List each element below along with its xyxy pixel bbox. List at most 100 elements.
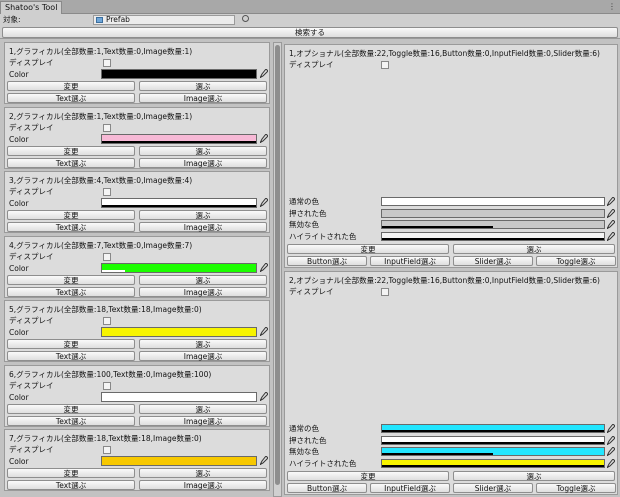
select-text-button[interactable]: Text選ぶ: [7, 480, 135, 490]
vertical-scrollbar[interactable]: [273, 42, 282, 497]
color-swatch[interactable]: [101, 391, 257, 402]
color-swatch[interactable]: [101, 198, 257, 208]
color-swatch[interactable]: [101, 456, 257, 466]
eyedropper-icon[interactable]: [607, 231, 615, 241]
change-button[interactable]: 変更: [7, 468, 135, 478]
change-button[interactable]: 変更: [287, 244, 449, 254]
object-picker-icon[interactable]: [242, 15, 249, 22]
eyedropper-icon[interactable]: [607, 220, 615, 229]
change-button[interactable]: 変更: [7, 403, 135, 414]
select-button[interactable]: 選ぶ: [139, 403, 267, 414]
display-checkbox[interactable]: [103, 381, 111, 390]
select-button[interactable]: 選ぶ: [139, 339, 267, 349]
display-checkbox[interactable]: [103, 446, 111, 454]
select-button[interactable]: 選ぶ: [139, 81, 267, 91]
eyedropper-icon[interactable]: [260, 262, 268, 272]
change-button[interactable]: 変更: [7, 339, 135, 349]
alpha-bar: [382, 430, 604, 432]
color-label: Color: [9, 263, 29, 273]
select-inputfield-button[interactable]: InputField選ぶ: [370, 483, 450, 493]
select-text-button[interactable]: Text選ぶ: [7, 93, 135, 103]
color-state-swatch[interactable]: [381, 231, 605, 241]
change-button[interactable]: 変更: [7, 274, 135, 285]
color-state-swatch[interactable]: [381, 208, 605, 218]
select-toggle-button[interactable]: Toggle選ぶ: [536, 483, 616, 493]
select-slider-button[interactable]: Slider選ぶ: [453, 256, 533, 266]
select-text-button[interactable]: Text選ぶ: [7, 351, 135, 361]
display-checkbox[interactable]: [103, 123, 111, 132]
select-button[interactable]: 選ぶ: [139, 274, 267, 285]
display-checkbox[interactable]: [103, 252, 111, 261]
select-button[interactable]: 選ぶ: [139, 210, 267, 220]
graphic-panel-title: 1,グラフィカル(全部数量:1,Text数量:0,Image数量:1): [9, 47, 193, 56]
display-checkbox[interactable]: [103, 59, 111, 67]
select-image-button[interactable]: Image選ぶ: [139, 93, 267, 103]
select-button[interactable]: 選ぶ: [453, 471, 615, 481]
display-checkbox[interactable]: [103, 317, 111, 325]
search-button[interactable]: 検索する: [2, 27, 618, 38]
display-checkbox[interactable]: [103, 188, 111, 196]
change-button[interactable]: 変更: [287, 471, 449, 481]
change-button[interactable]: 変更: [7, 145, 135, 156]
select-toggle-button[interactable]: Toggle選ぶ: [536, 256, 616, 266]
select-button[interactable]: 選ぶ: [139, 468, 267, 478]
alpha-bar: [382, 237, 604, 240]
eyedropper-icon[interactable]: [607, 208, 615, 218]
change-button[interactable]: 変更: [7, 81, 135, 91]
graphics-panel-list: 1,グラフィカル(全部数量:1,Text数量:0,Image数量:1) ディスプ…: [4, 42, 270, 497]
color-swatch[interactable]: [101, 327, 257, 337]
color-state-swatch[interactable]: [381, 220, 605, 229]
select-image-button[interactable]: Image選ぶ: [139, 480, 267, 490]
color-swatch[interactable]: [101, 133, 257, 144]
alpha-bar: [102, 140, 256, 143]
color-state-swatch[interactable]: [381, 424, 605, 433]
color-swatch[interactable]: [101, 262, 257, 273]
select-button-type-button[interactable]: Button選ぶ: [287, 483, 367, 493]
select-text-button[interactable]: Text選ぶ: [7, 286, 135, 297]
select-text-button[interactable]: Text選ぶ: [7, 415, 135, 426]
eyedropper-icon[interactable]: [260, 327, 268, 336]
eyedropper-icon[interactable]: [607, 197, 615, 206]
select-image-button[interactable]: Image選ぶ: [139, 286, 267, 297]
color-state-swatch[interactable]: [381, 458, 605, 468]
color-state-swatch[interactable]: [381, 197, 605, 206]
optional-panel-title: 1,オプショナル(全部数量:22,Toggle数量:16,Button数量:0,…: [289, 49, 600, 58]
display-label: ディスプレイ: [9, 380, 54, 390]
eyedropper-icon[interactable]: [607, 424, 615, 433]
display-label: ディスプレイ: [289, 287, 334, 296]
eyedropper-icon[interactable]: [260, 69, 268, 78]
target-object-field[interactable]: Prefab: [93, 15, 235, 25]
select-button[interactable]: 選ぶ: [453, 244, 615, 254]
eyedropper-icon[interactable]: [260, 133, 268, 143]
select-image-button[interactable]: Image選ぶ: [139, 415, 267, 426]
select-image-button[interactable]: Image選ぶ: [139, 351, 267, 361]
scrollbar-thumb[interactable]: [275, 45, 280, 485]
eyedropper-icon[interactable]: [260, 198, 268, 207]
select-button-type-button[interactable]: Button選ぶ: [287, 256, 367, 266]
select-text-button[interactable]: Text選ぶ: [7, 222, 135, 232]
eyedropper-icon[interactable]: [607, 458, 615, 468]
select-inputfield-button[interactable]: InputField選ぶ: [370, 256, 450, 266]
eyedropper-icon[interactable]: [260, 456, 268, 465]
color-state-label: 押された色: [289, 435, 327, 445]
color-label: Color: [9, 457, 29, 466]
display-label: ディスプレイ: [9, 316, 54, 325]
select-image-button[interactable]: Image選ぶ: [139, 222, 267, 232]
select-image-button[interactable]: Image選ぶ: [139, 157, 267, 168]
select-slider-button[interactable]: Slider選ぶ: [453, 483, 533, 493]
eyedropper-icon[interactable]: [260, 391, 268, 401]
color-state-swatch[interactable]: [381, 435, 605, 445]
color-state-swatch[interactable]: [381, 447, 605, 456]
eyedropper-icon[interactable]: [607, 447, 615, 456]
select-text-button[interactable]: Text選ぶ: [7, 157, 135, 168]
select-button[interactable]: 選ぶ: [139, 145, 267, 156]
ellipsis-menu-icon[interactable]: ⋮: [608, 1, 616, 12]
color-swatch[interactable]: [101, 69, 257, 79]
alpha-bar: [102, 269, 126, 272]
change-button[interactable]: 変更: [7, 210, 135, 220]
tab-shatoos-tool[interactable]: Shatoo's Tool: [0, 1, 62, 14]
eyedropper-icon[interactable]: [607, 435, 615, 445]
display-checkbox[interactable]: [381, 61, 389, 69]
display-checkbox[interactable]: [381, 288, 389, 296]
prefab-cube-icon: [96, 17, 103, 23]
